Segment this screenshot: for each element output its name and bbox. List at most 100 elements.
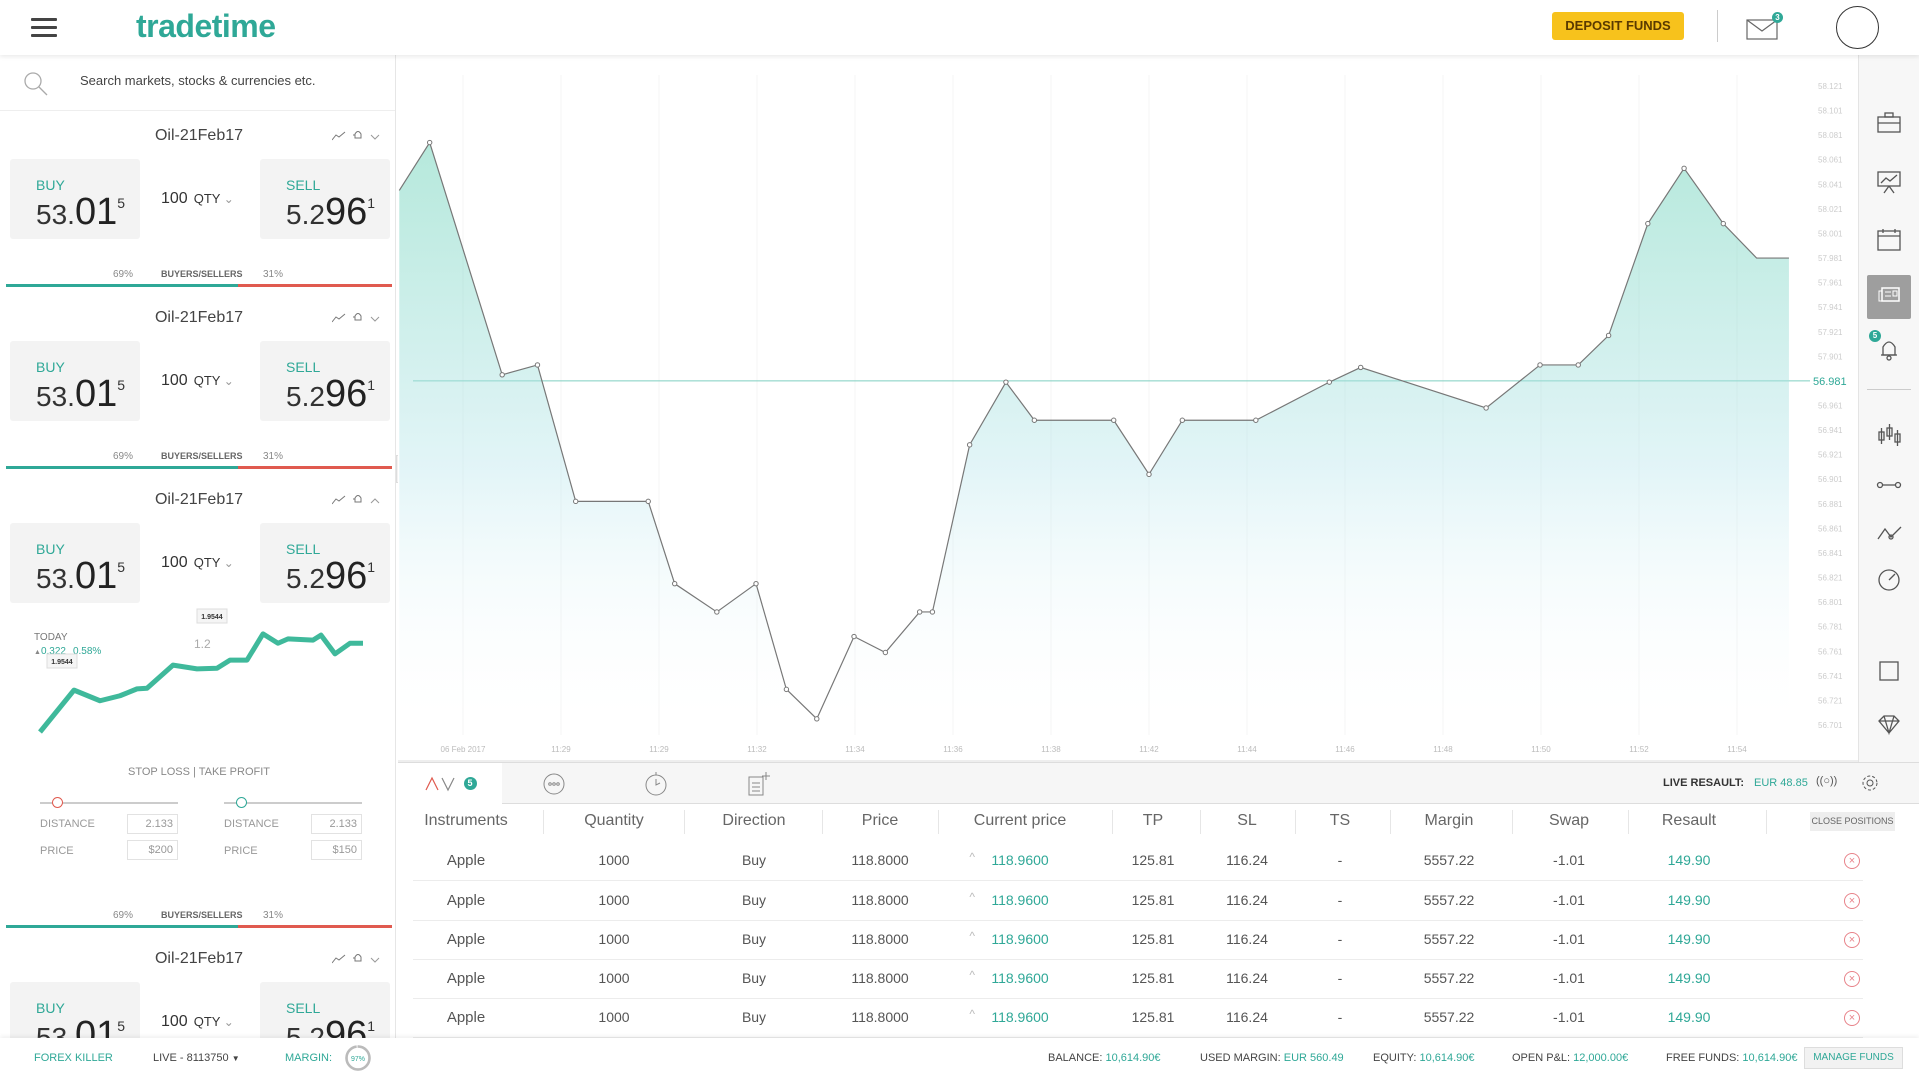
take-profit-price-input[interactable]: $150 xyxy=(311,840,362,860)
column-header-direction[interactable]: Direction xyxy=(722,812,785,830)
tool-gauge[interactable] xyxy=(1867,560,1911,604)
tool-news[interactable] xyxy=(1867,275,1911,319)
column-header-swap[interactable]: Swap xyxy=(1549,812,1589,830)
chart-trend-icon[interactable] xyxy=(331,951,346,969)
alert-bell-icon[interactable] xyxy=(352,128,364,146)
account-name[interactable]: FOREX KILLER xyxy=(34,1052,113,1064)
sell-button[interactable]: SELL 5.2961 xyxy=(260,341,390,421)
chart-point[interactable] xyxy=(783,686,790,693)
table-row[interactable]: Apple 1000 Buy 118.8000 118.9600 ^ 125.81 116.2… xyxy=(413,921,1863,960)
tool-portfolio[interactable] xyxy=(1867,103,1911,147)
stop-loss-distance-input[interactable]: 2.133 xyxy=(127,814,178,834)
close-position-icon[interactable]: × xyxy=(1844,932,1860,948)
quantity-select[interactable]: 100 QTY ⌄ xyxy=(161,190,234,208)
column-header-margin[interactable]: Margin xyxy=(1425,812,1474,830)
chart-point[interactable] xyxy=(671,580,678,587)
buy-button[interactable]: BUY 53.015 xyxy=(10,159,140,239)
close-position-icon[interactable]: × xyxy=(1844,971,1860,987)
column-header-tp[interactable]: TP xyxy=(1143,812,1163,830)
logo[interactable]: tradetime xyxy=(136,8,276,45)
alert-bell-icon[interactable] xyxy=(352,310,364,328)
chart-point[interactable] xyxy=(916,609,923,615)
chart-point[interactable] xyxy=(1681,165,1687,172)
tool-presentation-chart[interactable] xyxy=(1867,162,1911,206)
price-chart[interactable]: 06 Feb 2017 11:29 11:29 11:32 11:34 11:36 11:3… xyxy=(398,55,1858,762)
avatar[interactable] xyxy=(1836,6,1879,49)
column-header-current-price[interactable]: Current price xyxy=(974,812,1066,830)
mail-button[interactable]: 3 xyxy=(1746,12,1783,46)
chart-point[interactable] xyxy=(1253,417,1259,423)
column-header-quantity[interactable]: Quantity xyxy=(584,812,644,830)
chart-point[interactable] xyxy=(1179,417,1186,423)
close-position-icon[interactable]: × xyxy=(1844,893,1860,909)
sell-button[interactable]: SELL 5.2961 xyxy=(260,982,390,1038)
chart-point[interactable] xyxy=(426,139,433,146)
close-position-icon[interactable]: × xyxy=(1844,853,1860,869)
tab-open-positions[interactable]: 5 xyxy=(398,763,502,804)
chart-point[interactable] xyxy=(1111,417,1117,423)
quantity-select[interactable]: 100 QTY ⌄ xyxy=(161,372,234,390)
manage-funds-button[interactable]: MANAGE FUNDS xyxy=(1804,1047,1903,1069)
take-profit-slider-handle[interactable] xyxy=(235,797,247,808)
tab-pending-orders[interactable] xyxy=(502,763,606,804)
account-select[interactable]: LIVE - 8113750 ▼ xyxy=(153,1052,240,1064)
chart-point[interactable] xyxy=(1537,362,1543,368)
tool-indicator[interactable] xyxy=(1867,513,1911,557)
chart-point[interactable] xyxy=(1031,417,1038,423)
tab-orders-log[interactable] xyxy=(706,763,810,804)
buy-button[interactable]: BUY 53.015 xyxy=(10,341,140,421)
take-profit-distance-input[interactable]: 2.133 xyxy=(311,814,362,834)
column-header-sl[interactable]: SL xyxy=(1237,812,1257,830)
chart-point[interactable] xyxy=(1483,405,1489,411)
chart-point[interactable] xyxy=(534,362,541,368)
quantity-select[interactable]: 100 QTY ⌄ xyxy=(161,1013,234,1031)
chart-point[interactable] xyxy=(753,580,759,587)
close-positions-button[interactable]: CLOSE POSITIONS xyxy=(1810,812,1895,831)
settings-gear-icon[interactable] xyxy=(1860,773,1880,793)
chart-point[interactable] xyxy=(573,498,579,505)
chart-point[interactable] xyxy=(645,498,651,505)
tool-candlestick[interactable] xyxy=(1867,416,1911,460)
search-input[interactable] xyxy=(80,73,380,88)
chart-point[interactable] xyxy=(1575,362,1581,368)
chart-point[interactable] xyxy=(929,609,936,615)
stop-loss-slider-handle[interactable] xyxy=(51,797,63,808)
close-position-icon[interactable]: × xyxy=(1844,1010,1860,1026)
tool-alerts-bell[interactable]: 5 xyxy=(1867,328,1911,372)
alert-bell-icon[interactable] xyxy=(352,951,364,969)
chart-point[interactable] xyxy=(966,442,973,448)
chart-point[interactable] xyxy=(1357,364,1364,371)
table-row[interactable]: Apple 1000 Buy 118.8000 118.9600 ^ 125.81 116.2… xyxy=(413,960,1863,999)
table-row[interactable]: Apple 1000 Buy 118.8000 118.9600 ^ 125.81 116.2… xyxy=(413,882,1863,921)
chart-trend-icon[interactable] xyxy=(331,310,346,328)
chevron-down-icon[interactable] xyxy=(370,128,380,146)
tool-calendar[interactable] xyxy=(1867,220,1911,264)
hamburger-menu-icon[interactable] xyxy=(31,13,57,42)
column-header-resault[interactable]: Resault xyxy=(1662,812,1716,830)
chevron-down-icon[interactable] xyxy=(370,310,380,328)
column-header-price[interactable]: Price xyxy=(862,812,898,830)
tab-history[interactable] xyxy=(604,763,708,804)
stop-loss-price-input[interactable]: $200 xyxy=(127,840,178,860)
sell-button[interactable]: SELL 5.2961 xyxy=(260,159,390,239)
tool-trend-line[interactable] xyxy=(1867,465,1911,509)
table-row[interactable]: Apple 1000 Buy 118.8000 118.9600 ^ 125.81 116.2… xyxy=(413,999,1863,1038)
chart-trend-icon[interactable] xyxy=(331,128,346,146)
chart-point[interactable] xyxy=(1326,379,1333,385)
chart-point[interactable] xyxy=(814,716,820,722)
chevron-down-icon[interactable] xyxy=(370,951,380,969)
chart-point[interactable] xyxy=(1146,471,1152,478)
buy-button[interactable]: BUY 53.015 xyxy=(10,982,140,1038)
chart-point[interactable] xyxy=(1605,332,1612,339)
tool-diamond[interactable] xyxy=(1867,705,1911,749)
chart-point[interactable] xyxy=(1003,379,1009,385)
column-header-ts[interactable]: TS xyxy=(1330,812,1350,830)
chart-point[interactable] xyxy=(714,609,720,615)
chart-point[interactable] xyxy=(1720,220,1726,227)
chart-point[interactable] xyxy=(1645,220,1651,227)
tool-rectangle-shape[interactable] xyxy=(1867,651,1911,695)
chart-point[interactable] xyxy=(851,633,857,640)
deposit-funds-button[interactable]: DEPOSIT FUNDS xyxy=(1552,12,1684,40)
table-row[interactable]: Apple 1000 Buy 118.8000 118.9600 ^ 125.81 116.2… xyxy=(413,842,1863,881)
chart-point[interactable] xyxy=(499,372,505,378)
